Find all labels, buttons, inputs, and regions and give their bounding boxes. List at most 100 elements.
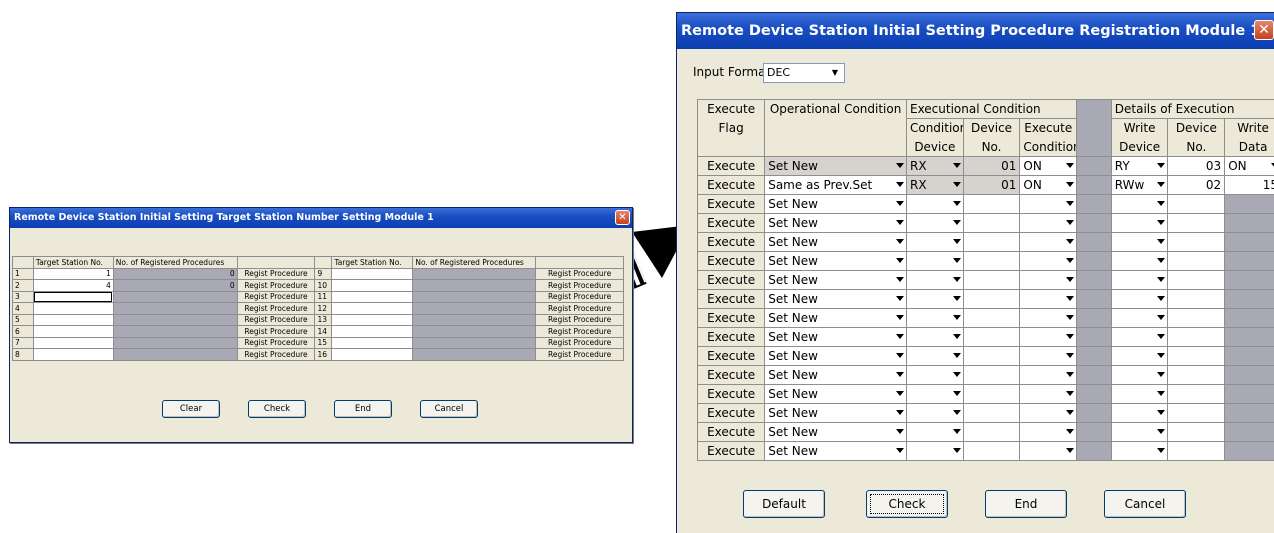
- write-device-select[interactable]: [1110, 308, 1169, 328]
- execute-flag-button[interactable]: Execute: [696, 289, 766, 309]
- execute-flag-button[interactable]: Execute: [696, 270, 766, 290]
- write-device-no-input[interactable]: 03: [1167, 156, 1226, 176]
- write-data-input[interactable]: 15: [1224, 175, 1274, 195]
- execute-condition-select[interactable]: [1019, 232, 1078, 252]
- operational-condition-select[interactable]: Set New: [764, 384, 907, 404]
- condition-device-select[interactable]: [905, 270, 964, 290]
- chevron-down-icon[interactable]: [895, 296, 904, 301]
- operational-condition-select[interactable]: Set New: [764, 308, 907, 328]
- execute-flag-button[interactable]: Execute: [696, 346, 766, 366]
- target-station-input[interactable]: [32, 302, 114, 315]
- device-no-input[interactable]: [962, 422, 1021, 442]
- operational-condition-select[interactable]: Set New: [764, 156, 907, 176]
- target-station-input-2[interactable]: [331, 348, 414, 361]
- chevron-down-icon[interactable]: [952, 258, 961, 263]
- chevron-down-icon[interactable]: [952, 163, 961, 168]
- execute-flag-button[interactable]: Execute: [696, 365, 766, 385]
- chevron-down-icon[interactable]: [952, 372, 961, 377]
- chevron-down-icon[interactable]: [952, 353, 961, 358]
- operational-condition-select[interactable]: Set New: [764, 270, 907, 290]
- operational-condition-select[interactable]: Set New: [764, 251, 907, 271]
- write-device-select[interactable]: [1110, 327, 1169, 347]
- regist-procedure-button-2[interactable]: Regist Procedure: [535, 302, 624, 315]
- regist-procedure-button-2[interactable]: Regist Procedure: [535, 325, 624, 338]
- condition-device-select[interactable]: [905, 346, 964, 366]
- regist-procedure-button-2[interactable]: Regist Procedure: [535, 336, 624, 349]
- chevron-down-icon[interactable]: [1066, 391, 1075, 396]
- chevron-down-icon[interactable]: [1157, 410, 1166, 415]
- operational-condition-select[interactable]: Set New: [764, 194, 907, 214]
- target-station-input-2[interactable]: [331, 325, 414, 338]
- write-device-select[interactable]: [1110, 251, 1169, 271]
- chevron-down-icon[interactable]: [895, 277, 904, 282]
- write-device-select[interactable]: [1110, 232, 1169, 252]
- condition-device-select[interactable]: RX: [905, 156, 964, 176]
- operational-condition-select[interactable]: Set New: [764, 346, 907, 366]
- chevron-down-icon[interactable]: [1066, 220, 1075, 225]
- chevron-down-icon[interactable]: [1066, 372, 1075, 377]
- operational-condition-select[interactable]: Set New: [764, 327, 907, 347]
- regist-procedure-button[interactable]: Regist Procedure: [236, 325, 316, 338]
- operational-condition-select[interactable]: Set New: [764, 213, 907, 233]
- execute-condition-select[interactable]: ON: [1019, 156, 1078, 176]
- target-station-input[interactable]: [32, 290, 114, 303]
- condition-device-select[interactable]: RX: [905, 175, 964, 195]
- execute-flag-button[interactable]: Execute: [696, 213, 766, 233]
- chevron-down-icon[interactable]: [1066, 429, 1075, 434]
- write-device-no-input[interactable]: [1167, 194, 1226, 214]
- close-icon[interactable]: ✕: [615, 210, 630, 225]
- target-station-input[interactable]: 4: [32, 279, 114, 292]
- target-station-input-2[interactable]: [331, 279, 414, 292]
- write-device-select[interactable]: [1110, 422, 1169, 442]
- chevron-down-icon[interactable]: [1157, 429, 1166, 434]
- input-format-select[interactable]: DEC ▼: [763, 63, 845, 83]
- chevron-down-icon[interactable]: [1157, 334, 1166, 339]
- chevron-down-icon[interactable]: [1157, 220, 1166, 225]
- device-no-input[interactable]: [962, 327, 1021, 347]
- device-no-input[interactable]: 01: [962, 175, 1021, 195]
- chevron-down-icon[interactable]: [952, 410, 961, 415]
- target-station-input-2[interactable]: [331, 336, 414, 349]
- execute-flag-button[interactable]: Execute: [696, 327, 766, 347]
- target-station-input-2[interactable]: [331, 290, 414, 303]
- target-station-input[interactable]: 1: [32, 267, 114, 280]
- end-button-small[interactable]: End: [334, 400, 392, 418]
- device-no-input[interactable]: [962, 213, 1021, 233]
- condition-device-select[interactable]: [905, 194, 964, 214]
- execute-condition-select[interactable]: [1019, 441, 1078, 461]
- device-no-input[interactable]: [962, 384, 1021, 404]
- chevron-down-icon[interactable]: [1066, 410, 1075, 415]
- write-device-no-input[interactable]: 02: [1167, 175, 1226, 195]
- device-no-input[interactable]: [962, 232, 1021, 252]
- write-device-select[interactable]: [1110, 213, 1169, 233]
- check-button[interactable]: Check: [866, 490, 948, 518]
- regist-procedure-button[interactable]: Regist Procedure: [236, 279, 316, 292]
- chevron-down-icon[interactable]: [952, 296, 961, 301]
- write-device-no-input[interactable]: [1167, 270, 1226, 290]
- device-no-input[interactable]: 01: [962, 156, 1021, 176]
- chevron-down-icon[interactable]: [952, 334, 961, 339]
- execute-condition-select[interactable]: [1019, 403, 1078, 423]
- execute-flag-button[interactable]: Execute: [696, 441, 766, 461]
- cancel-button-small[interactable]: Cancel: [420, 400, 478, 418]
- chevron-down-icon[interactable]: [1157, 201, 1166, 206]
- chevron-down-icon[interactable]: [1157, 277, 1166, 282]
- chevron-down-icon[interactable]: [952, 239, 961, 244]
- chevron-down-icon[interactable]: [895, 201, 904, 206]
- chevron-down-icon[interactable]: [895, 220, 904, 225]
- chevron-down-icon[interactable]: [952, 182, 961, 187]
- write-device-select[interactable]: [1110, 441, 1169, 461]
- close-icon[interactable]: ✕: [1254, 20, 1274, 40]
- chevron-down-icon[interactable]: [895, 334, 904, 339]
- write-device-no-input[interactable]: [1167, 403, 1226, 423]
- execute-flag-button[interactable]: Execute: [696, 422, 766, 442]
- default-button[interactable]: Default: [743, 490, 825, 518]
- chevron-down-icon[interactable]: [895, 258, 904, 263]
- regist-procedure-button[interactable]: Regist Procedure: [236, 302, 316, 315]
- chevron-down-icon[interactable]: [952, 201, 961, 206]
- chevron-down-icon[interactable]: [1157, 372, 1166, 377]
- chevron-down-icon[interactable]: [1157, 353, 1166, 358]
- chevron-down-icon[interactable]: [895, 448, 904, 453]
- condition-device-select[interactable]: [905, 422, 964, 442]
- regist-procedure-button-2[interactable]: Regist Procedure: [535, 267, 624, 280]
